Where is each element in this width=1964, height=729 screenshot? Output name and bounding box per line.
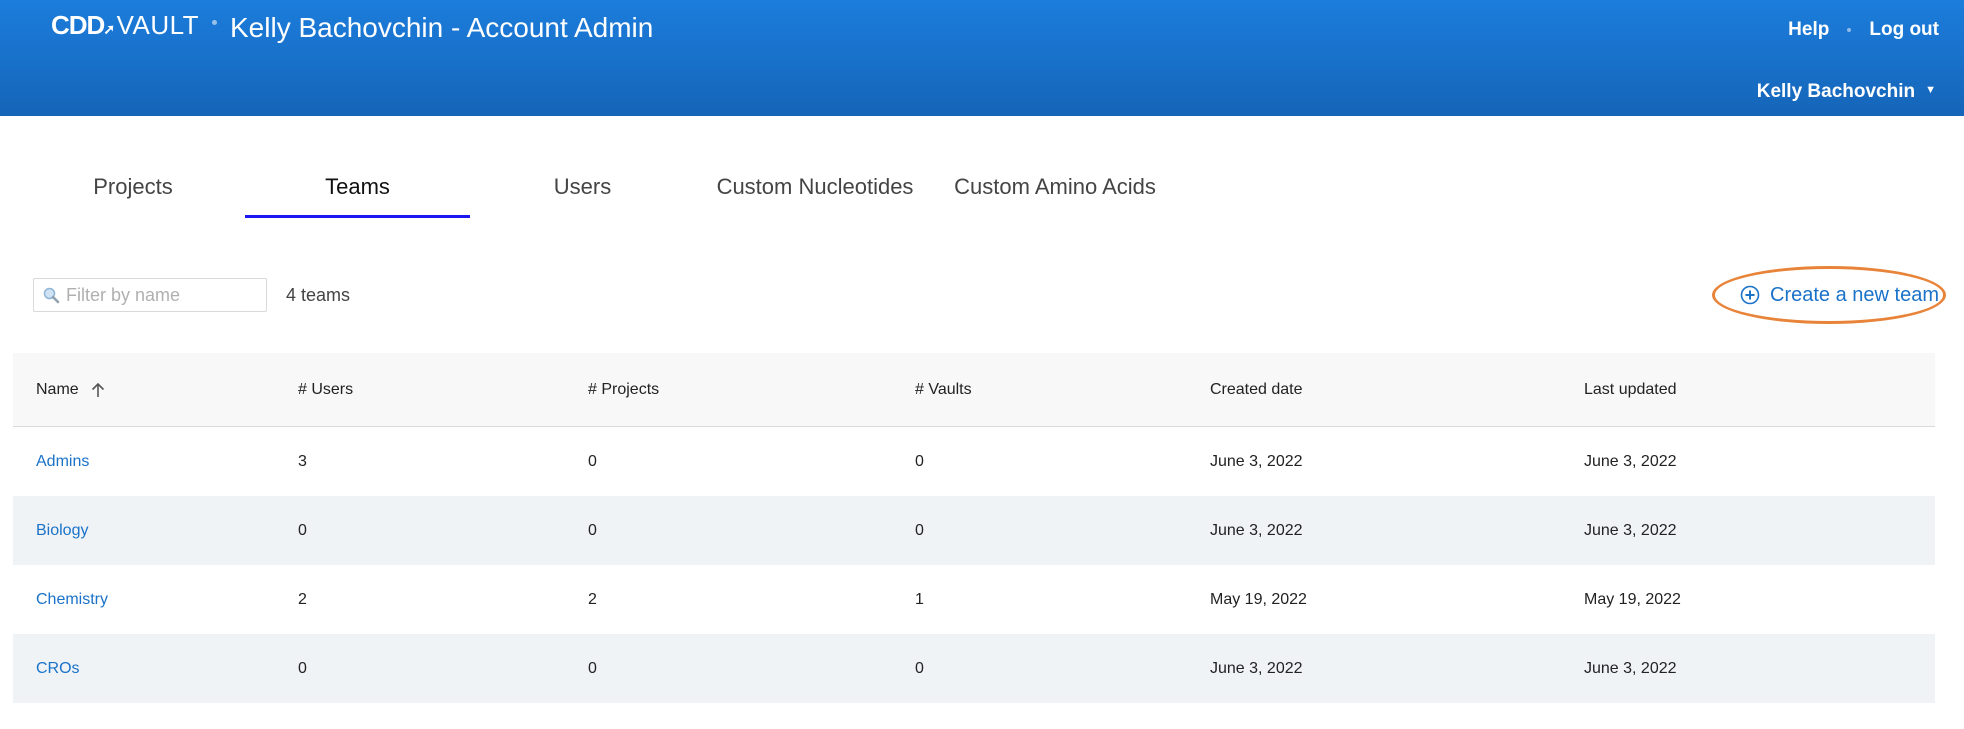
team-created-date: June 3, 2022 (1210, 521, 1303, 539)
team-last-updated: June 3, 2022 (1584, 452, 1677, 470)
column-header-name[interactable]: Name (36, 353, 107, 426)
table-header: Name # Users # Projects # Vaults Created… (13, 353, 1935, 427)
team-created-date: June 3, 2022 (1210, 452, 1303, 470)
admin-tabs: Projects Teams Users Custom Nucleotides … (0, 164, 1964, 220)
team-last-updated: May 19, 2022 (1584, 590, 1681, 608)
team-created-date: May 19, 2022 (1210, 590, 1307, 608)
table-row: Biology 0 0 0 June 3, 2022 June 3, 2022 (13, 496, 1935, 565)
column-header-vaults[interactable]: # Vaults (915, 353, 972, 426)
tab-projects[interactable]: Projects (24, 164, 242, 220)
column-header-projects[interactable]: # Projects (588, 353, 659, 426)
help-link[interactable]: Help (1788, 19, 1829, 41)
table-row: Chemistry 2 2 1 May 19, 2022 May 19, 202… (13, 565, 1935, 634)
team-last-updated: June 3, 2022 (1584, 521, 1677, 539)
column-header-last-updated[interactable]: Last updated (1584, 353, 1677, 426)
column-header-created-date[interactable]: Created date (1210, 353, 1303, 426)
logout-link[interactable]: Log out (1869, 19, 1939, 41)
top-links: Help Log out (1788, 19, 1939, 41)
app-header: CDD ➚ VAULT Kelly Bachovchin - Account A… (0, 0, 1964, 116)
team-users-count: 0 (298, 521, 307, 539)
team-name-link[interactable]: Biology (36, 496, 88, 565)
filter-box (33, 278, 267, 312)
team-vaults-count: 0 (915, 521, 924, 539)
team-projects-count: 0 (588, 659, 597, 677)
link-separator (1847, 28, 1852, 32)
plus-circle-icon (1740, 285, 1760, 305)
team-vaults-count: 0 (915, 452, 924, 470)
page-title: Kelly Bachovchin - Account Admin (230, 12, 654, 43)
team-users-count: 0 (298, 659, 307, 677)
logo-vault-text: VAULT (116, 10, 200, 40)
search-icon (43, 287, 60, 304)
column-label-name: Name (36, 380, 79, 398)
teams-table: Name # Users # Projects # Vaults Created… (13, 353, 1935, 703)
logo-arrow-icon: ➚ (103, 21, 116, 37)
team-count: 4 teams (286, 285, 351, 305)
tab-teams[interactable]: Teams (245, 164, 470, 220)
tab-users[interactable]: Users (470, 164, 695, 220)
team-last-updated: June 3, 2022 (1584, 659, 1677, 677)
filter-input[interactable] (66, 284, 256, 306)
team-users-count: 2 (298, 590, 307, 608)
team-created-date: June 3, 2022 (1210, 659, 1303, 677)
team-users-count: 3 (298, 452, 307, 470)
caret-down-icon: ▼ (1925, 84, 1936, 96)
team-projects-count: 2 (588, 590, 597, 608)
logo-cdd-text: CDD (51, 10, 105, 40)
column-header-users[interactable]: # Users (298, 353, 353, 426)
create-team-label: Create a new team (1770, 283, 1939, 306)
table-row: Admins 3 0 0 June 3, 2022 June 3, 2022 (13, 427, 1935, 496)
team-name-link[interactable]: Admins (36, 427, 89, 496)
team-name-link[interactable]: CROs (36, 634, 80, 703)
tab-custom-nucleotides[interactable]: Custom Nucleotides (700, 164, 930, 220)
table-row: CROs 0 0 0 June 3, 2022 June 3, 2022 (13, 634, 1935, 703)
team-projects-count: 0 (588, 452, 597, 470)
team-vaults-count: 0 (915, 659, 924, 677)
team-projects-count: 0 (588, 521, 597, 539)
user-menu-name: Kelly Bachovchin (1756, 81, 1916, 102)
arrow-up-icon (91, 382, 104, 397)
user-menu[interactable]: Kelly Bachovchin ▼ (1757, 81, 1936, 103)
create-team-button[interactable]: Create a new team (1712, 266, 1946, 324)
cdd-vault-logo[interactable]: CDD ➚ VAULT (51, 10, 199, 41)
team-vaults-count: 1 (915, 590, 924, 608)
tab-custom-amino-acids[interactable]: Custom Amino Acids (936, 164, 1174, 220)
header-separator-dot (212, 20, 217, 25)
team-name-link[interactable]: Chemistry (36, 565, 108, 634)
